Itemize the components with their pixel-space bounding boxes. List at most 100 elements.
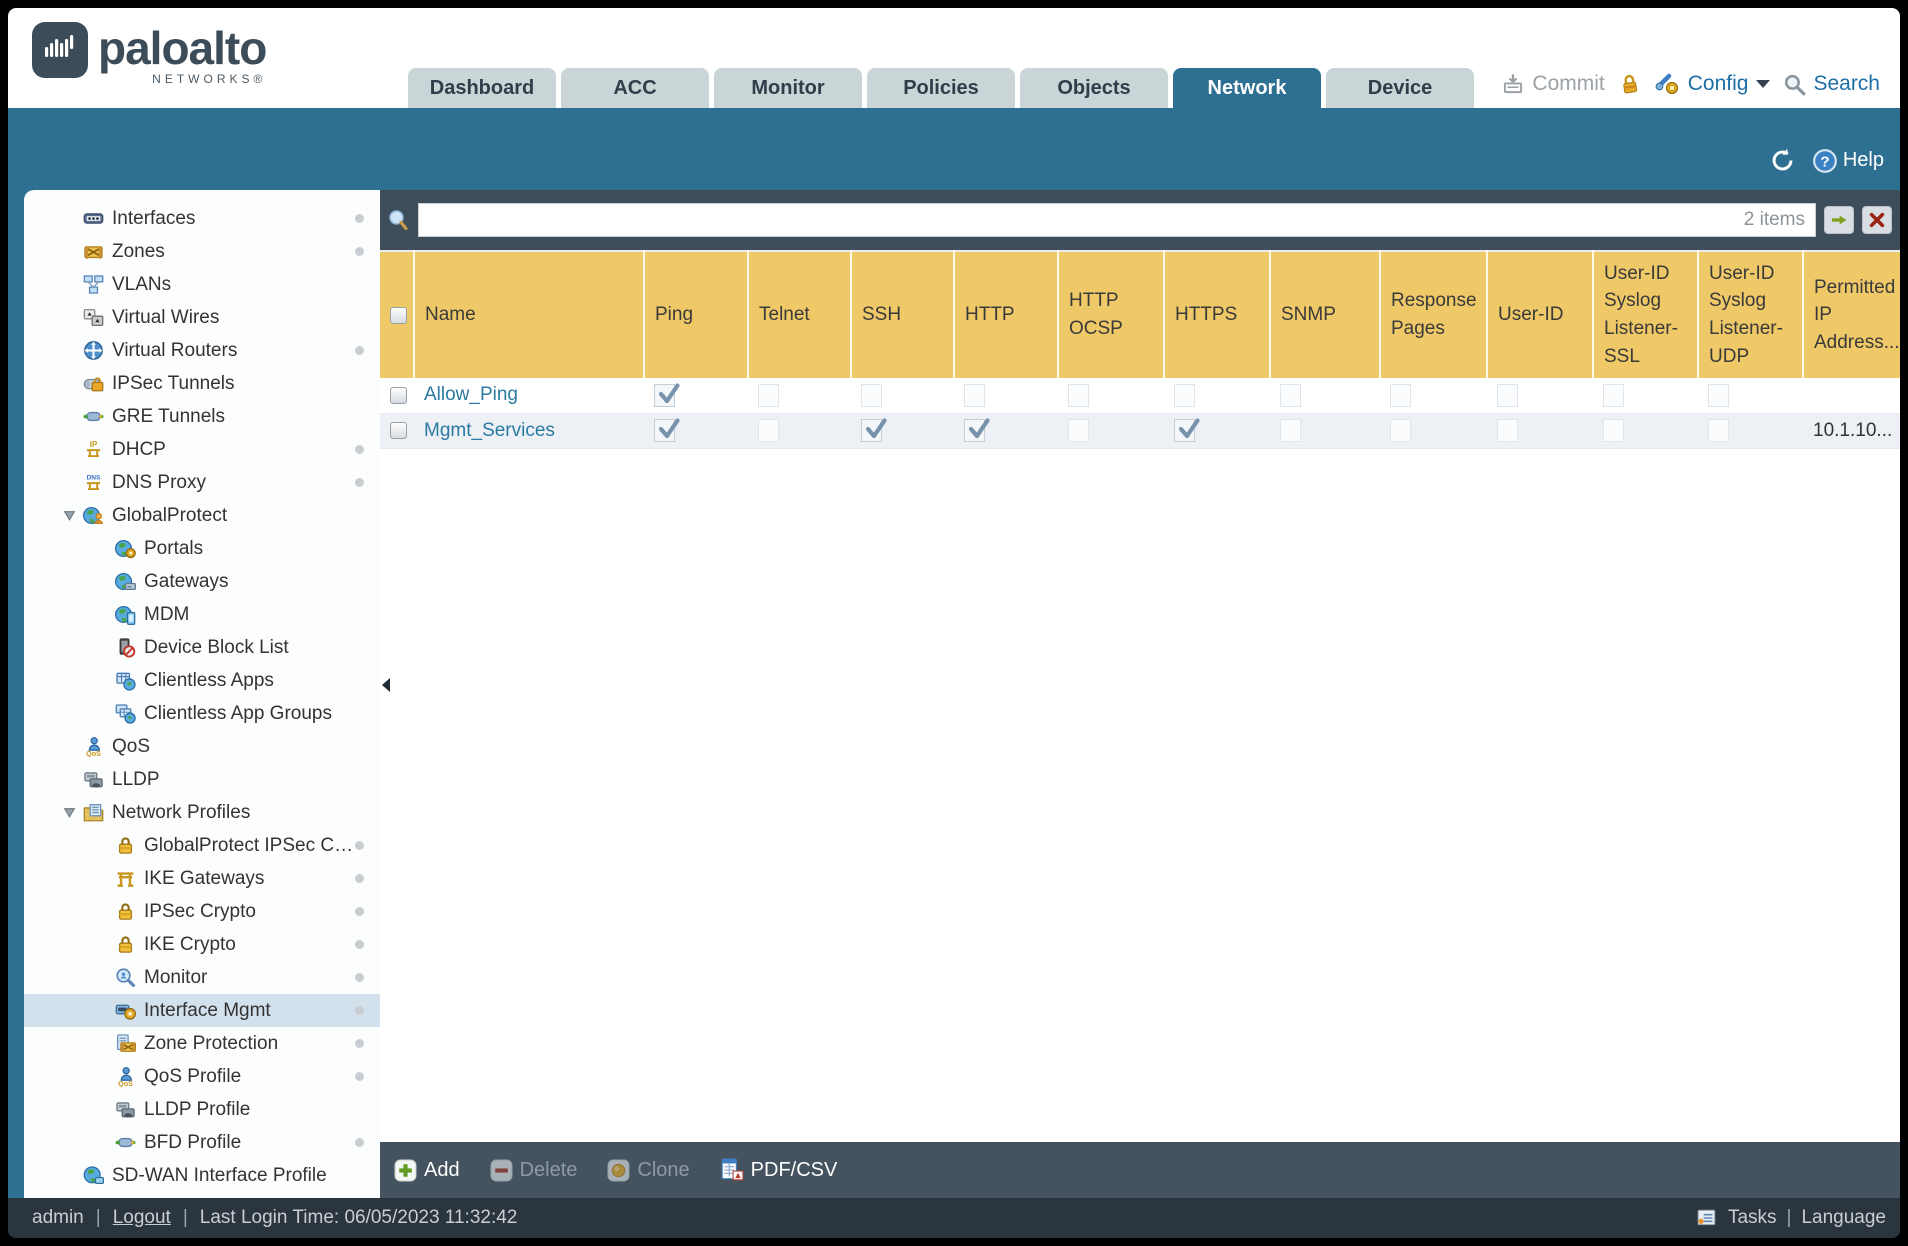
sidebar-item-clientless-apps[interactable]: Clientless Apps — [24, 664, 380, 697]
column-header-http[interactable]: HTTP — [954, 250, 1059, 378]
tab-device[interactable]: Device — [1326, 68, 1474, 108]
tab-network[interactable]: Network — [1173, 68, 1321, 108]
sidebar-item-virtual-routers[interactable]: Virtual Routers — [24, 334, 380, 367]
ping-checkbox-checked[interactable] — [654, 383, 680, 407]
tree-expander-icon[interactable] — [56, 806, 82, 819]
column-header-ssh[interactable]: SSH — [851, 250, 955, 378]
sidebar-item-zone-protection[interactable]: Zone Protection — [24, 1027, 380, 1060]
column-header-user_id_syslog_ssl[interactable]: User-ID Syslog Listener-SSL — [1593, 250, 1699, 378]
row-select-checkbox[interactable] — [390, 422, 407, 439]
sidebar-item-sd-wan-interface-profile[interactable]: SD-WAN Interface Profile — [24, 1159, 380, 1192]
telnet-checkbox[interactable] — [758, 383, 779, 407]
column-header-permitted_ip[interactable]: Permitted IP Address... — [1803, 250, 1900, 378]
sidebar-item-qos[interactable]: QoS QoS — [24, 730, 380, 763]
profile-link[interactable]: Mgmt_Services — [424, 420, 555, 441]
candidate-config-dot — [355, 1138, 364, 1147]
column-header-telnet[interactable]: Telnet — [748, 250, 852, 378]
tab-dashboard[interactable]: Dashboard — [408, 68, 556, 108]
http-checkbox[interactable] — [964, 383, 985, 407]
ssh-checkbox-checked[interactable] — [861, 418, 887, 442]
sidebar-item-gre-tunnels[interactable]: GRE Tunnels — [24, 400, 380, 433]
sidebar-item-interfaces[interactable]: Interfaces — [24, 202, 380, 235]
snmp-checkbox[interactable] — [1280, 419, 1301, 442]
column-header-https[interactable]: HTTPS — [1164, 250, 1271, 378]
user_id-checkbox[interactable] — [1497, 419, 1518, 442]
refresh-icon[interactable] — [1769, 147, 1796, 174]
sidebar-item-interface-mgmt[interactable]: Interface Mgmt — [24, 994, 380, 1027]
sidebar-item-network-profiles[interactable]: Network Profiles — [24, 796, 380, 829]
sidebar-item-zones[interactable]: Zones — [24, 235, 380, 268]
tree-expander-icon[interactable] — [56, 509, 82, 522]
sidebar-item-dns-proxy[interactable]: DNS DNS Proxy — [24, 466, 380, 499]
user_id_syslog_ssl-checkbox[interactable] — [1603, 383, 1624, 407]
sidebar-item-qos-profile[interactable]: QoS QoS Profile — [24, 1060, 380, 1093]
pdf-csv-button[interactable]: PDF/CSV — [720, 1158, 837, 1182]
sidebar-item-vlans[interactable]: VLANs — [24, 268, 380, 301]
tab-acc[interactable]: ACC — [561, 68, 709, 108]
delete-button[interactable]: Delete — [490, 1159, 577, 1182]
sidebar-item-bfd-profile[interactable]: BFD Profile — [24, 1126, 380, 1159]
sidebar-item-virtual-wires[interactable]: Virtual Wires — [24, 301, 380, 334]
sidebar-item-portals[interactable]: Portals — [24, 532, 380, 565]
sidebar-item-ipsec-tunnels[interactable]: IPSec Tunnels — [24, 367, 380, 400]
column-header-user_id[interactable]: User-ID — [1487, 250, 1594, 378]
tab-monitor[interactable]: Monitor — [714, 68, 862, 108]
column-header-user_id_syslog_udp[interactable]: User-ID Syslog Listener-UDP — [1698, 250, 1804, 378]
https-checkbox[interactable] — [1174, 383, 1195, 407]
profile-link[interactable]: Allow_Ping — [424, 384, 518, 405]
language-link[interactable]: Language — [1801, 1207, 1886, 1229]
column-header-response_pages[interactable]: Response Pages — [1380, 250, 1488, 378]
column-header-snmp[interactable]: SNMP — [1270, 250, 1381, 378]
telnet-checkbox[interactable] — [758, 419, 779, 442]
sidebar-item-lldp[interactable]: LLDP — [24, 763, 380, 796]
sidebar-item-ipsec-crypto[interactable]: IPSec Crypto — [24, 895, 380, 928]
http-checkbox-checked[interactable] — [964, 418, 990, 442]
config-menu-button[interactable]: Config — [1654, 70, 1771, 98]
clear-filter-button[interactable] — [1862, 206, 1892, 234]
logout-link[interactable]: Logout — [113, 1207, 171, 1229]
https-checkbox-checked[interactable] — [1174, 418, 1200, 442]
global-search-button[interactable]: Search — [1782, 72, 1880, 97]
sidebar-item-lldp-profile[interactable]: LLDP Profile — [24, 1093, 380, 1126]
tasks-link[interactable]: Tasks — [1728, 1207, 1777, 1229]
help-label[interactable]: Help — [1843, 149, 1884, 172]
commit-button[interactable]: Commit — [1500, 71, 1605, 97]
help-icon[interactable]: ? — [1812, 148, 1838, 174]
tab-objects[interactable]: Objects — [1020, 68, 1168, 108]
column-header-http_ocsp[interactable]: HTTP OCSP — [1058, 250, 1165, 378]
column-header-ping[interactable]: Ping — [644, 250, 749, 378]
tab-policies[interactable]: Policies — [867, 68, 1015, 108]
sidebar-item-mdm[interactable]: MDM — [24, 598, 380, 631]
sidebar-item-monitor[interactable]: Monitor — [24, 961, 380, 994]
sidebar-item-clientless-app-groups[interactable]: Clientless App Groups — [24, 697, 380, 730]
sidebar-item-ike-crypto[interactable]: IKE Crypto — [24, 928, 380, 961]
sidebar-item-device-block-list[interactable]: Device Block List — [24, 631, 380, 664]
response_pages-checkbox[interactable] — [1390, 419, 1411, 442]
user_id_syslog_ssl-checkbox[interactable] — [1603, 419, 1624, 442]
sidebar-item-ike-gateways[interactable]: IKE Gateways — [24, 862, 380, 895]
brand-name: paloalto — [98, 22, 267, 74]
filter-input[interactable] — [429, 209, 1736, 231]
sidebar-item-gateways[interactable]: Gateways — [24, 565, 380, 598]
column-header-name[interactable]: Name — [414, 250, 645, 378]
ssh-checkbox[interactable] — [861, 383, 882, 407]
response_pages-checkbox[interactable] — [1390, 383, 1411, 407]
ping-checkbox-checked[interactable] — [654, 418, 680, 442]
http_ocsp-checkbox[interactable] — [1068, 419, 1089, 442]
user_id_syslog_udp-checkbox[interactable] — [1708, 419, 1729, 442]
user_id_syslog_udp-checkbox[interactable] — [1708, 383, 1729, 407]
sidebar-item-globalprotect-ipsec-crypto[interactable]: GlobalProtect IPSec Crypto — [24, 829, 380, 862]
http_ocsp-checkbox[interactable] — [1068, 383, 1089, 407]
sidebar-item-globalprotect[interactable]: GlobalProtect — [24, 499, 380, 532]
clone-button[interactable]: Clone — [607, 1159, 690, 1182]
select-all-checkbox[interactable] — [390, 306, 407, 324]
user_id-checkbox[interactable] — [1497, 383, 1518, 407]
lock-icon[interactable] — [1617, 72, 1642, 97]
add-button[interactable]: Add — [394, 1159, 460, 1182]
sidebar-collapse-icon[interactable] — [382, 678, 390, 692]
sidebar-item-dhcp[interactable]: IP DHCP — [24, 433, 380, 466]
row-select-checkbox[interactable] — [390, 386, 407, 404]
tasks-icon — [1696, 1207, 1718, 1229]
apply-filter-button[interactable] — [1824, 206, 1854, 234]
snmp-checkbox[interactable] — [1280, 383, 1301, 407]
